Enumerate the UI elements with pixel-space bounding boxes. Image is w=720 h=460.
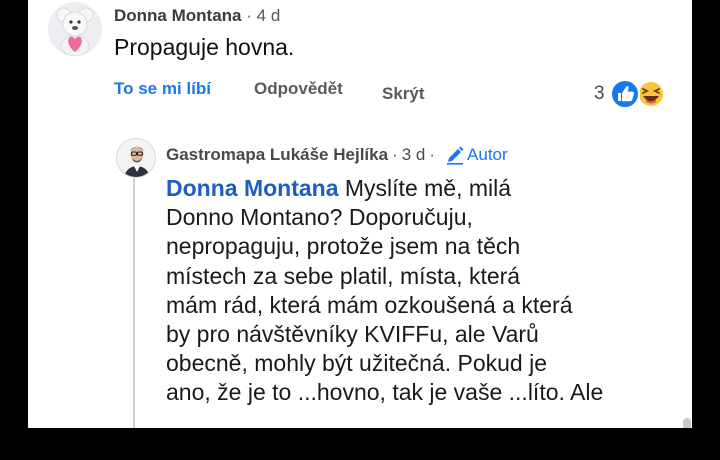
reaction-count: 3 [594, 83, 605, 104]
haha-reaction-icon [636, 80, 665, 108]
reply-line: nepropaguju, protože jsem na těch [166, 233, 521, 260]
reply-line: Donno Montano? Doporučuju, [166, 204, 473, 231]
comments-panel: Donna Montana · 4 d Propaguje hovna. To … [28, 0, 692, 428]
reply-line: mám rád, která mám ozkoušená a která [166, 291, 573, 318]
mention-link[interactable]: Donna Montana [166, 175, 339, 201]
reply-button[interactable]: Odpovědět [254, 79, 343, 99]
reply-age[interactable]: 3 d [402, 145, 426, 165]
reply-author-name[interactable]: Gastromapa Lukáše Hejlíka [166, 145, 388, 165]
page-avatar[interactable] [116, 138, 156, 178]
teddy-bear-avatar[interactable] [48, 2, 102, 56]
scrollbar[interactable] [683, 418, 691, 428]
comment-author-name[interactable]: Donna Montana [114, 6, 242, 25]
pencil-icon [447, 146, 464, 165]
reaction-summary[interactable]: 3 [594, 78, 665, 110]
reply-line: by pro návštěvníky KVIFFu, ale Varů [166, 321, 539, 348]
header-separator: · [429, 145, 436, 164]
reply-line: obecně, mohly být užitečná. Pokud je [166, 350, 548, 377]
reply-header: Gastromapa Lukáše Hejlíka · 3 d · Autor [166, 145, 508, 165]
header-separator: · [246, 6, 252, 25]
comment-age[interactable]: 4 d [257, 6, 281, 25]
thread-line [133, 168, 135, 428]
reply-line: Myslíte mě, milá [344, 175, 512, 201]
hide-button[interactable]: Skrýt [382, 84, 425, 104]
author-badge: Autor [445, 145, 508, 165]
like-button[interactable]: To se mi líbí [114, 79, 211, 99]
author-badge-label: Autor [467, 145, 508, 164]
reply-text: Donna Montana Myslíte mě, milá Donno Mon… [166, 174, 676, 408]
header-separator: · [392, 145, 398, 164]
reply-line: místech za sebe platil, místa, která [166, 262, 521, 289]
comment-text: Propaguje hovna. [114, 34, 295, 60]
comment-header: Donna Montana · 4 d [114, 6, 280, 26]
reaction-icons [609, 79, 665, 109]
like-reaction-icon [609, 79, 640, 109]
reply-line: ano, že je to ...hovno, tak je vaše ...l… [166, 379, 604, 406]
